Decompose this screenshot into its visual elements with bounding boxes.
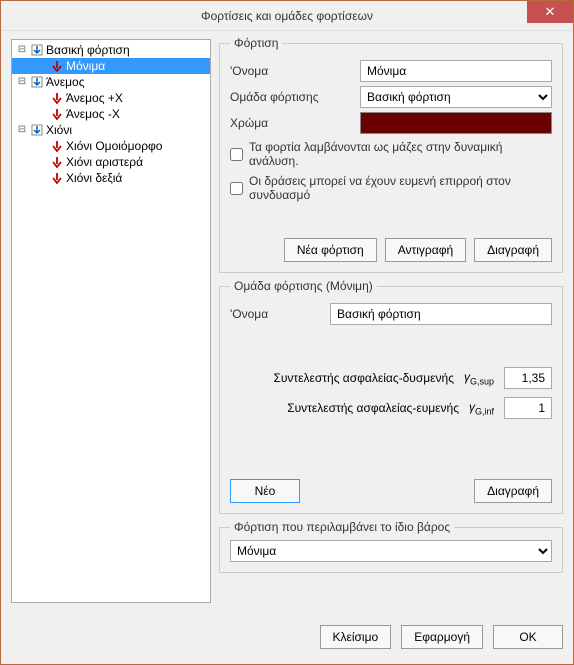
tree-label: Χιόνι: [46, 122, 72, 138]
red-arrow-icon: [50, 171, 64, 185]
right-pane: Φόρτιση 'Ονομα Ομάδα φόρτισης Βασική φόρ…: [219, 36, 563, 604]
dialog-body: ⊟ Βασική φόρτιση Μόνιμα ⊟ Άνεμος: [1, 31, 573, 664]
delete-group-button[interactable]: Διαγραφή: [474, 479, 552, 503]
favorable-coeff-input[interactable]: [504, 397, 552, 419]
close-button[interactable]: ✕: [527, 1, 573, 23]
tree-label: Χιόνι Ομοιόμορφο: [66, 138, 162, 154]
tree-node-snow-right[interactable]: Χιόνι δεξιά: [12, 170, 210, 186]
bottom-bar: Κλείσιμο Εφαρμογή OK: [11, 620, 563, 654]
red-arrow-icon: [50, 91, 64, 105]
dialog-window: Φορτίσεις και ομάδες φορτίσεων ✕ ⊟ Βασικ…: [0, 0, 574, 665]
tree-label: Άνεμος +Χ: [66, 90, 123, 106]
group-name-input[interactable]: [330, 303, 552, 325]
blue-arrow-icon: [30, 43, 44, 57]
unfavorable-coeff-input[interactable]: [504, 367, 552, 389]
new-loading-button[interactable]: Νέα φόρτιση: [284, 238, 377, 262]
self-weight-select[interactable]: Μόνιμα: [230, 540, 552, 562]
tree-label: Βασική φόρτιση: [46, 42, 130, 58]
tree-label: Μόνιμα: [66, 58, 105, 74]
expand-icon[interactable]: ⊟: [16, 74, 28, 90]
window-title: Φορτίσεις και ομάδες φορτίσεων: [201, 9, 373, 23]
mass-checkbox-label: Τα φορτία λαμβάνονται ως μάζες στην δυνα…: [249, 140, 552, 168]
color-label: Χρώμα: [230, 116, 360, 130]
tree-node-snow-uniform[interactable]: Χιόνι Ομοιόμορφο: [12, 138, 210, 154]
favorable-coeff-label: Συντελεστής ασφαλείας-ευμενής: [287, 401, 459, 415]
red-arrow-icon: [50, 59, 64, 73]
loading-legend: Φόρτιση: [230, 36, 282, 50]
close-icon: ✕: [545, 4, 556, 20]
load-group-group: Ομάδα φόρτισης (Μόνιμη) 'Ονομα Συντελεστ…: [219, 279, 563, 514]
title-bar: Φορτίσεις και ομάδες φορτίσεων ✕: [1, 1, 573, 31]
tree-node-wind-x[interactable]: Άνεμος +Χ: [12, 90, 210, 106]
loading-group-select[interactable]: Βασική φόρτιση: [360, 86, 552, 108]
mass-checkbox-row[interactable]: Τα φορτία λαμβάνονται ως μάζες στην δυνα…: [230, 140, 552, 168]
blue-arrow-icon: [30, 123, 44, 137]
tree-label: Άνεμος: [46, 74, 85, 90]
tree-node-wind[interactable]: ⊟ Άνεμος: [12, 74, 210, 90]
tree-label: Χιόνι δεξιά: [66, 170, 122, 186]
load-tree[interactable]: ⊟ Βασική φόρτιση Μόνιμα ⊟ Άνεμος: [11, 39, 211, 603]
tree-node-snow[interactable]: ⊟ Χιόνι: [12, 122, 210, 138]
color-swatch[interactable]: [360, 112, 552, 134]
delete-loading-button[interactable]: Διαγραφή: [474, 238, 552, 262]
tree-node-permanent[interactable]: Μόνιμα: [12, 58, 210, 74]
new-group-button[interactable]: Νέο: [230, 479, 300, 503]
tree-label: Άνεμος -Χ: [66, 106, 120, 122]
self-weight-legend: Φόρτιση που περιλαμβάνει το ίδιο βάρος: [230, 520, 454, 534]
tree-label: Χιόνι αριστερά: [66, 154, 143, 170]
group-name-label: 'Ονομα: [230, 307, 330, 321]
name-label: 'Ονομα: [230, 64, 360, 78]
red-arrow-icon: [50, 155, 64, 169]
loading-group: Φόρτιση 'Ονομα Ομάδα φόρτισης Βασική φόρ…: [219, 36, 563, 273]
favorable-checkbox-row[interactable]: Οι δράσεις μπορεί να έχουν ευμενή επιρρο…: [230, 174, 552, 202]
red-arrow-icon: [50, 139, 64, 153]
favorable-checkbox-label: Οι δράσεις μπορεί να έχουν ευμενή επιρρο…: [249, 174, 552, 202]
copy-loading-button[interactable]: Αντιγραφή: [385, 238, 466, 262]
close-dialog-button[interactable]: Κλείσιμο: [320, 625, 392, 649]
loading-name-input[interactable]: [360, 60, 552, 82]
gamma-sup-symbol: γG,sup: [464, 370, 494, 386]
expand-icon[interactable]: ⊟: [16, 42, 28, 58]
mass-checkbox[interactable]: [230, 148, 243, 161]
tree-node-wind-negx[interactable]: Άνεμος -Χ: [12, 106, 210, 122]
apply-button[interactable]: Εφαρμογή: [401, 625, 483, 649]
group-label: Ομάδα φόρτισης: [230, 90, 360, 104]
red-arrow-icon: [50, 107, 64, 121]
tree-node-basic[interactable]: ⊟ Βασική φόρτιση: [12, 42, 210, 58]
unfavorable-coeff-label: Συντελεστής ασφαλείας-δυσμενής: [273, 371, 454, 385]
ok-button[interactable]: OK: [493, 625, 563, 649]
load-group-legend: Ομάδα φόρτισης (Μόνιμη): [230, 279, 377, 293]
self-weight-group: Φόρτιση που περιλαμβάνει το ίδιο βάρος Μ…: [219, 520, 563, 573]
favorable-checkbox[interactable]: [230, 182, 243, 195]
expand-icon[interactable]: ⊟: [16, 122, 28, 138]
gamma-inf-symbol: γG,inf: [469, 400, 494, 416]
tree-node-snow-left[interactable]: Χιόνι αριστερά: [12, 154, 210, 170]
blue-arrow-icon: [30, 75, 44, 89]
